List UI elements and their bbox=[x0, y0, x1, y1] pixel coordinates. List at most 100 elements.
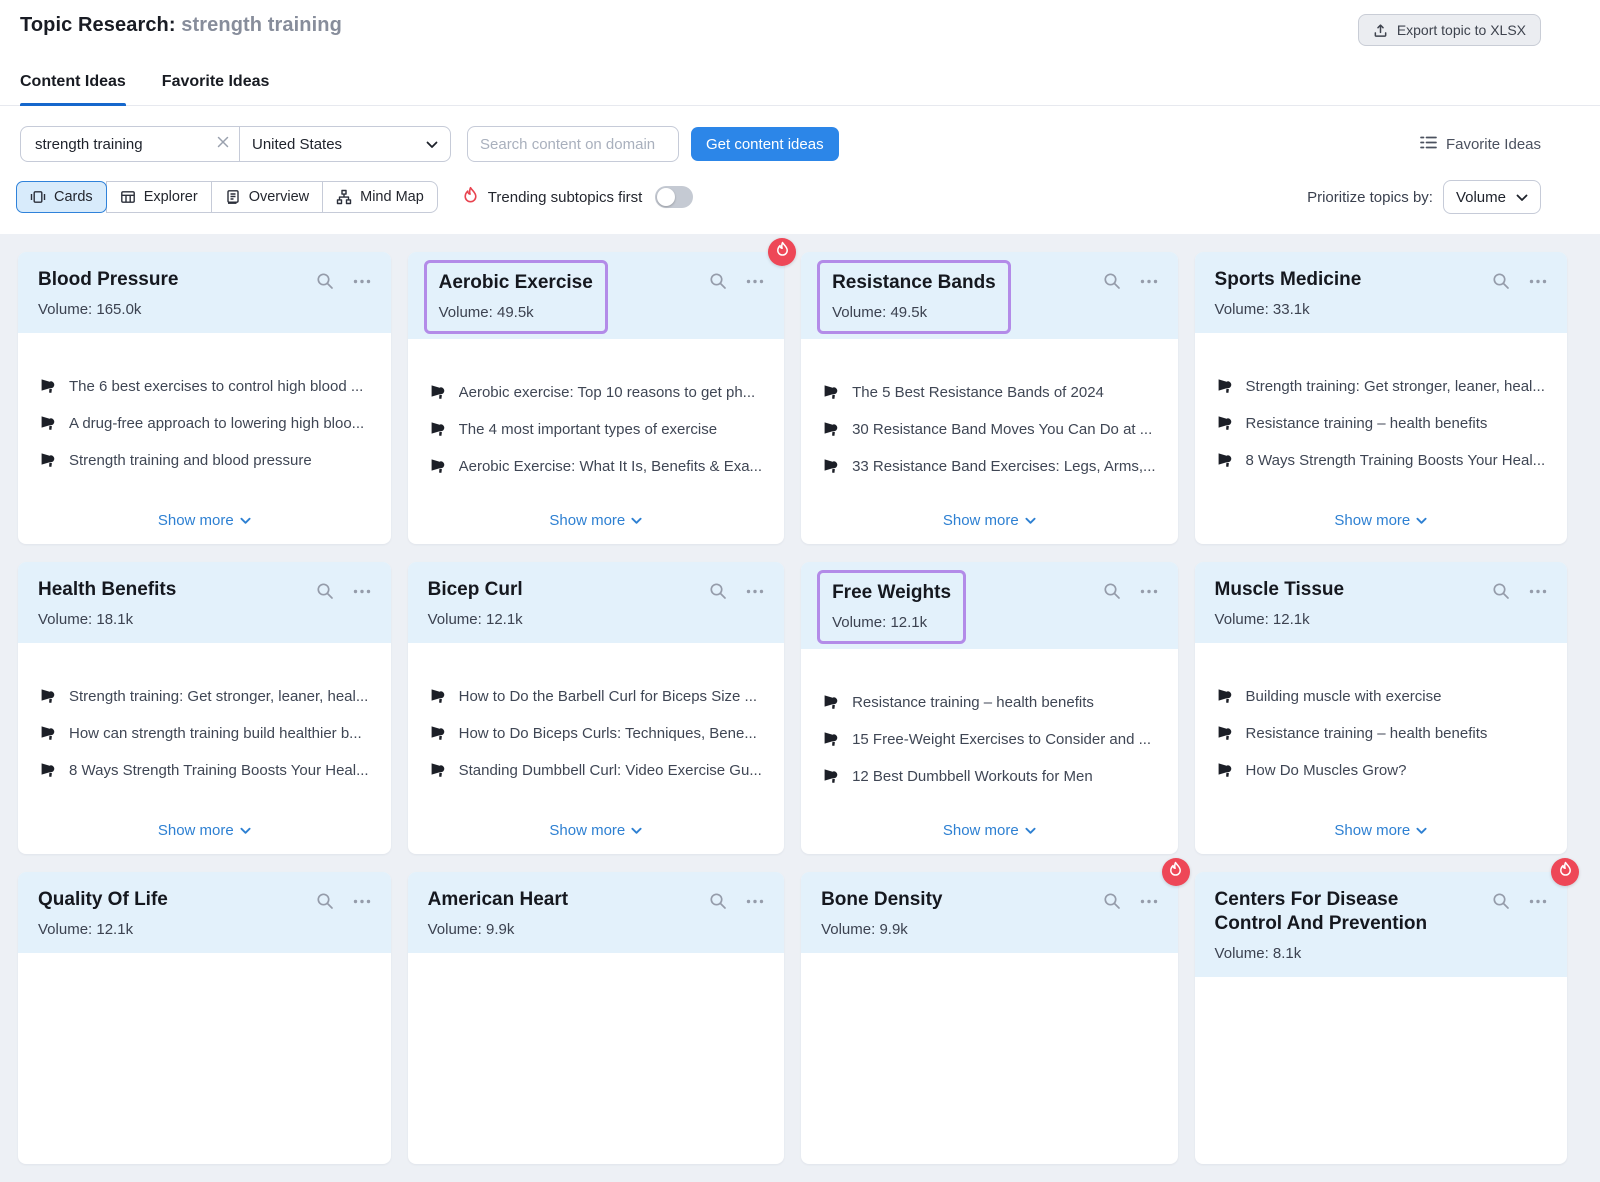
idea-item[interactable]: The 6 best exercises to control high blo… bbox=[40, 377, 369, 399]
show-more-label: Show more bbox=[1334, 822, 1410, 839]
idea-item[interactable]: 8 Ways Strength Training Boosts Your Hea… bbox=[1217, 451, 1546, 473]
view-explorer-button[interactable]: Explorer bbox=[106, 181, 212, 213]
search-topic-icon[interactable] bbox=[1492, 892, 1510, 910]
topic-card: Health Benefits Volume: 18.1k Strength t… bbox=[18, 562, 391, 854]
megaphone-icon bbox=[40, 377, 56, 399]
topic-card: Aerobic Exercise Volume: 49.5k Aerobic e… bbox=[408, 252, 784, 544]
search-topic-icon[interactable] bbox=[1492, 272, 1510, 290]
idea-item[interactable]: How to Do Biceps Curls: Techniques, Bene… bbox=[430, 724, 762, 746]
idea-item[interactable]: Aerobic exercise: Top 10 reasons to get … bbox=[430, 383, 762, 405]
idea-item[interactable]: Resistance training – health benefits bbox=[823, 693, 1155, 715]
idea-item[interactable]: Aerobic Exercise: What It Is, Benefits &… bbox=[430, 457, 762, 479]
more-options-icon[interactable] bbox=[353, 279, 371, 284]
search-topic-icon[interactable] bbox=[316, 582, 334, 600]
more-options-icon[interactable] bbox=[1140, 279, 1158, 284]
idea-item[interactable]: A drug-free approach to lowering high bl… bbox=[40, 414, 369, 436]
idea-item[interactable]: How to Do the Barbell Curl for Biceps Si… bbox=[430, 687, 762, 709]
topic-research-page: Topic Research: strength training Export… bbox=[0, 0, 1600, 1182]
get-content-ideas-button[interactable]: Get content ideas bbox=[691, 127, 839, 161]
idea-item[interactable]: 12 Best Dumbbell Workouts for Men bbox=[823, 767, 1155, 789]
search-topic-icon[interactable] bbox=[709, 272, 727, 290]
more-options-icon[interactable] bbox=[746, 899, 764, 904]
controls-row: Cards Explorer Overview Mind Map Trendin… bbox=[16, 180, 1541, 214]
view-mind-map-button[interactable]: Mind Map bbox=[322, 181, 438, 213]
table-icon bbox=[120, 189, 136, 205]
favorite-ideas-link[interactable]: Favorite Ideas bbox=[1420, 135, 1541, 154]
highlight-box: Muscle Tissue Volume: 12.1k bbox=[1215, 578, 1345, 628]
idea-item[interactable]: 8 Ways Strength Training Boosts Your Hea… bbox=[40, 761, 369, 783]
idea-item[interactable]: How Do Muscles Grow? bbox=[1217, 761, 1546, 783]
search-topic-icon[interactable] bbox=[316, 892, 334, 910]
more-options-icon[interactable] bbox=[353, 899, 371, 904]
search-topic-icon[interactable] bbox=[1103, 892, 1121, 910]
keyword-input[interactable] bbox=[33, 135, 217, 154]
search-topic-icon[interactable] bbox=[709, 582, 727, 600]
megaphone-icon bbox=[40, 687, 56, 709]
card-actions bbox=[1492, 268, 1547, 290]
prioritize-label: Prioritize topics by: bbox=[1307, 189, 1433, 206]
more-options-icon[interactable] bbox=[1140, 589, 1158, 594]
idea-item[interactable]: How can strength training build healthie… bbox=[40, 724, 369, 746]
clear-keyword-icon[interactable] bbox=[217, 135, 229, 153]
idea-text: How to Do Biceps Curls: Techniques, Bene… bbox=[459, 724, 757, 744]
idea-text: How Do Muscles Grow? bbox=[1246, 761, 1407, 781]
more-options-icon[interactable] bbox=[1529, 899, 1547, 904]
idea-item[interactable]: Strength training: Get stronger, leaner,… bbox=[40, 687, 369, 709]
country-select[interactable]: United States bbox=[240, 127, 450, 161]
more-options-icon[interactable] bbox=[1529, 589, 1547, 594]
idea-item[interactable]: Resistance training – health benefits bbox=[1217, 724, 1546, 746]
overview-icon bbox=[225, 189, 241, 205]
idea-item[interactable]: The 4 most important types of exercise bbox=[430, 420, 762, 442]
more-options-icon[interactable] bbox=[1140, 899, 1158, 904]
export-topic-button[interactable]: Export topic to XLSX bbox=[1358, 14, 1541, 46]
search-topic-icon[interactable] bbox=[1103, 582, 1121, 600]
search-topic-icon[interactable] bbox=[1492, 582, 1510, 600]
idea-item[interactable]: 30 Resistance Band Moves You Can Do at .… bbox=[823, 420, 1155, 442]
more-options-icon[interactable] bbox=[746, 589, 764, 594]
idea-item[interactable]: Resistance training – health benefits bbox=[1217, 414, 1546, 436]
keyword-search-group: United States bbox=[20, 126, 451, 162]
view-overview-button[interactable]: Overview bbox=[211, 181, 323, 213]
search-topic-icon[interactable] bbox=[1103, 272, 1121, 290]
tab-favorite-ideas[interactable]: Favorite Ideas bbox=[162, 73, 270, 105]
view-cards-button[interactable]: Cards bbox=[16, 181, 107, 213]
volume-label: Volume: bbox=[38, 611, 92, 628]
more-options-icon[interactable] bbox=[746, 279, 764, 284]
more-options-icon[interactable] bbox=[353, 589, 371, 594]
megaphone-icon bbox=[823, 383, 839, 405]
show-more-label: Show more bbox=[549, 822, 625, 839]
show-more-link[interactable]: Show more bbox=[40, 822, 369, 854]
show-more-link[interactable]: Show more bbox=[823, 822, 1155, 854]
show-more-link[interactable]: Show more bbox=[40, 512, 369, 544]
idea-item[interactable]: 33 Resistance Band Exercises: Legs, Arms… bbox=[823, 457, 1155, 479]
flame-icon bbox=[1558, 861, 1573, 883]
page-title-keyword: strength training bbox=[181, 14, 342, 36]
idea-item[interactable]: Building muscle with exercise bbox=[1217, 687, 1546, 709]
trending-filter: Trending subtopics first bbox=[462, 186, 694, 209]
topic-title: Sports Medicine bbox=[1215, 268, 1362, 292]
topic-grid: Blood Pressure Volume: 165.0k The 6 best… bbox=[0, 234, 1600, 1182]
show-more-link[interactable]: Show more bbox=[1217, 822, 1546, 854]
show-more-link[interactable]: Show more bbox=[430, 822, 762, 854]
idea-list: Resistance training – health benefits 15… bbox=[823, 693, 1155, 804]
tab-content-ideas[interactable]: Content Ideas bbox=[20, 73, 126, 105]
search-topic-icon[interactable] bbox=[709, 892, 727, 910]
more-options-icon[interactable] bbox=[1529, 279, 1547, 284]
show-more-link[interactable]: Show more bbox=[430, 512, 762, 544]
search-topic-icon[interactable] bbox=[316, 272, 334, 290]
trending-toggle[interactable] bbox=[655, 186, 693, 208]
idea-item[interactable]: 15 Free-Weight Exercises to Consider and… bbox=[823, 730, 1155, 752]
idea-text: How to Do the Barbell Curl for Biceps Si… bbox=[459, 687, 757, 707]
idea-item[interactable]: The 5 Best Resistance Bands of 2024 bbox=[823, 383, 1155, 405]
idea-item[interactable]: Standing Dumbbell Curl: Video Exercise G… bbox=[430, 761, 762, 783]
domain-search-input[interactable] bbox=[467, 126, 679, 162]
topic-title: Muscle Tissue bbox=[1215, 578, 1345, 602]
idea-item[interactable]: Strength training: Get stronger, leaner,… bbox=[1217, 377, 1546, 399]
megaphone-icon bbox=[430, 761, 446, 783]
idea-item[interactable]: Strength training and blood pressure bbox=[40, 451, 369, 473]
show-more-link[interactable]: Show more bbox=[823, 512, 1155, 544]
prioritize-select[interactable]: Volume bbox=[1443, 180, 1541, 214]
show-more-link[interactable]: Show more bbox=[1217, 512, 1546, 544]
keyword-field[interactable] bbox=[21, 127, 240, 161]
topic-volume: Volume: 12.1k bbox=[832, 614, 951, 631]
